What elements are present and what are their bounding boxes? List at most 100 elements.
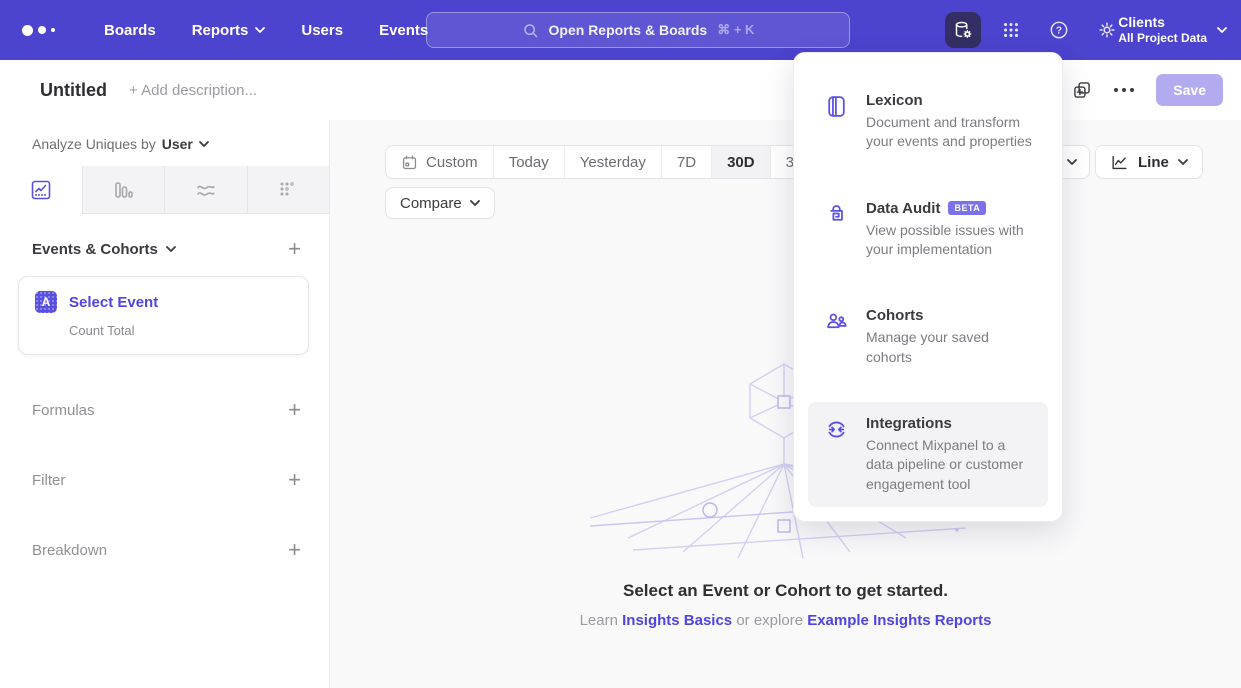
project-data-scope: All Project Data [1118,31,1207,46]
data-audit-icon [824,202,849,227]
nav-boards-label: Boards [104,22,156,39]
search-icon [522,22,539,39]
data-management-button[interactable] [945,12,981,48]
tab-metric-grid[interactable] [247,166,330,214]
tab-bar-chart[interactable] [82,166,165,214]
range-custom-label: Custom [426,154,478,171]
analyze-by-value: User [162,136,193,152]
add-filter-button[interactable]: + [288,469,301,491]
cohorts-people-icon [824,309,849,334]
menu-item-integrations[interactable]: Integrations Connect Mixpanel to a data … [808,402,1048,507]
chevron-down-icon [1217,27,1227,34]
chevron-down-icon [166,246,176,253]
add-event-button[interactable]: + [288,238,301,260]
events-cohorts-header[interactable]: Events & Cohorts [32,241,176,258]
nav-boards[interactable]: Boards [104,22,156,39]
add-description-field[interactable]: + Add description... [129,82,257,99]
global-search-input[interactable]: Open Reports & Boards ⌘ + K [426,12,850,48]
chart-type-selector[interactable]: Line [1095,145,1203,179]
nav-reports-label: Reports [192,22,249,39]
compare-button[interactable]: Compare [385,187,495,219]
data-management-menu: Lexicon Document and transform your even… [793,52,1063,522]
filter-label: Filter [32,472,65,489]
beta-badge: BETA [948,201,986,215]
add-breakdown-button[interactable]: + [288,539,301,561]
copy-plus-icon [1072,80,1092,100]
menu-item-lexicon[interactable]: Lexicon Document and transform your even… [808,79,1048,165]
compare-label: Compare [400,195,462,212]
cohorts-description: Manage your saved cohorts [866,328,1036,367]
nav-users-label: Users [301,22,343,39]
nav-events-label: Events [379,22,428,39]
save-button[interactable]: Save [1156,74,1223,106]
help-icon: ? [1048,19,1070,41]
add-formula-button[interactable]: + [288,399,301,421]
analyze-by-selector[interactable]: User [162,136,209,152]
stacked-area-icon [194,178,218,202]
integrations-title: Integrations [866,415,952,432]
query-builder-sidebar: Analyze Uniques by User [0,120,330,688]
tab-line-chart[interactable] [0,166,82,214]
grid-dots-icon [1001,20,1021,40]
chart-type-label: Line [1138,154,1169,171]
range-30d[interactable]: 30D [711,146,770,178]
data-audit-title: Data Audit [866,200,940,217]
project-org-name: Clients [1118,14,1207,32]
more-options-button[interactable] [1114,88,1134,92]
data-audit-description: View possible issues with your implement… [866,221,1036,260]
menu-item-data-audit[interactable]: Data Audit BETA View possible issues wit… [808,187,1048,273]
nav-reports[interactable]: Reports [192,22,266,39]
chevron-down-icon [1178,159,1188,166]
line-chart-icon [29,178,53,202]
range-today-label: Today [509,154,549,171]
menu-item-cohorts[interactable]: Cohorts Manage your saved cohorts [808,294,1048,380]
integrations-description: Connect Mixpanel to a data pipeline or c… [866,436,1036,494]
chevron-down-icon [1067,159,1077,166]
breakdown-label: Breakdown [32,542,107,559]
lexicon-book-icon [824,94,849,119]
project-selector[interactable]: Clients All Project Data [1118,0,1227,60]
event-card[interactable]: A Select Event Count Total [18,276,309,355]
events-cohorts-label: Events & Cohorts [32,241,158,258]
range-7d[interactable]: 7D [661,146,711,178]
search-placeholder: Open Reports & Boards [549,22,708,38]
lexicon-description: Document and transform your events and p… [866,113,1036,152]
top-navbar: Boards Reports Users Events Open Reports… [0,0,1241,60]
range-today[interactable]: Today [493,146,564,178]
range-custom[interactable]: Custom [386,146,493,178]
cohorts-title: Cohorts [866,307,924,324]
line-chart-icon [1110,153,1129,172]
range-yesterday[interactable]: Yesterday [564,146,661,178]
apps-grid-button[interactable] [993,12,1029,48]
explore-middle-text: or explore [736,612,803,629]
metric-grid-icon [276,178,300,202]
nav-users[interactable]: Users [301,22,343,39]
insights-basics-link[interactable]: Insights Basics [622,612,732,629]
report-title[interactable]: Untitled [40,80,107,101]
svg-text:?: ? [1056,26,1062,37]
search-shortcut: ⌘ + K [717,22,754,38]
range-30d-label: 30D [727,154,755,171]
chevron-down-icon [470,200,480,207]
chevron-down-icon [199,141,209,148]
count-total-selector[interactable]: Count Total [69,323,292,338]
mixpanel-logo-icon[interactable] [22,25,68,36]
event-letter-badge: A [35,291,57,313]
chevron-down-icon [255,27,265,34]
example-insights-reports-link[interactable]: Example Insights Reports [807,612,991,629]
integrations-sync-icon [824,417,849,442]
gear-icon [1096,19,1118,41]
learn-prefix: Learn [580,612,618,629]
help-button[interactable]: ? [1041,12,1077,48]
duplicate-button[interactable] [1072,80,1092,100]
nav-events[interactable]: Events [379,22,428,39]
calendar-icon [401,154,418,171]
analyze-label: Analyze Uniques by [32,136,156,152]
chart-type-tabs [0,166,329,214]
tab-stacked-chart[interactable] [164,166,247,214]
select-event-button[interactable]: Select Event [69,294,158,311]
empty-state-links: Learn Insights Basics or explore Example… [330,612,1241,629]
formulas-label: Formulas [32,402,95,419]
range-yesterday-label: Yesterday [580,154,646,171]
range-7d-label: 7D [677,154,696,171]
